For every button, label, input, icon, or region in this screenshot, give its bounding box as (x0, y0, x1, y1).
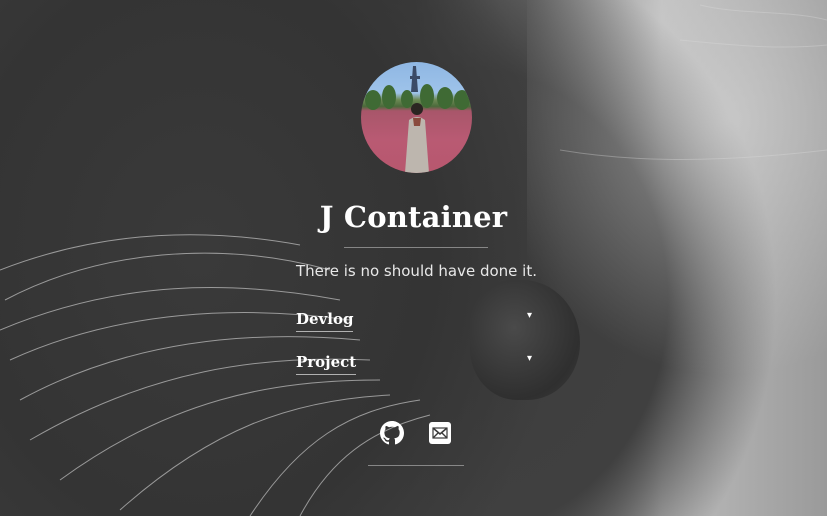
tagline: There is no should have done it. (296, 262, 537, 280)
nav-item-project[interactable]: Project ▾ (296, 353, 532, 379)
site-title: J Container (319, 200, 508, 234)
chevron-down-icon[interactable]: ▾ (527, 353, 532, 364)
nav-item-label: Devlog (296, 310, 354, 332)
footer-divider (368, 465, 464, 466)
mail-icon[interactable] (428, 421, 452, 445)
title-divider (344, 247, 488, 248)
nav-item-label: Project (296, 353, 357, 375)
profile-panel: J Container There is no should have done… (0, 0, 827, 516)
avatar[interactable] (361, 62, 472, 173)
github-icon[interactable] (380, 421, 404, 445)
chevron-down-icon[interactable]: ▾ (527, 310, 532, 321)
avatar-photo (365, 66, 470, 173)
nav-item-devlog[interactable]: Devlog ▾ (296, 310, 532, 336)
